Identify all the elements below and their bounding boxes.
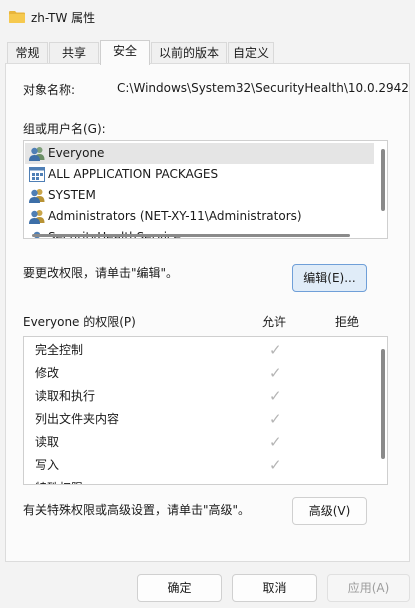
users-icon bbox=[29, 189, 45, 203]
allow-check-icon: ✓ bbox=[269, 341, 282, 359]
tab-strip: 常规 共享 安全 以前的版本 自定义 bbox=[0, 40, 415, 65]
tab-security[interactable]: 安全 bbox=[100, 40, 150, 65]
folder-icon bbox=[9, 11, 25, 23]
allow-check-icon: ✓ bbox=[269, 387, 282, 405]
list-item-label: ALL APPLICATION PACKAGES bbox=[48, 167, 219, 181]
tab-customize[interactable]: 自定义 bbox=[228, 42, 274, 64]
table-row: 写入 ✓ bbox=[25, 454, 365, 477]
permissions-vertical-scrollbar[interactable] bbox=[381, 349, 385, 459]
advanced-hint: 有关特殊权限或高级设置，请单击"高级"。 bbox=[23, 503, 251, 517]
users-icon bbox=[29, 147, 45, 161]
users-icon bbox=[29, 210, 45, 224]
list-item-label: Administrators (NET-XY-11\Administrators… bbox=[48, 209, 302, 223]
groups-vertical-scrollbar[interactable] bbox=[381, 149, 385, 211]
deny-column-header: 拒绝 bbox=[335, 315, 360, 329]
permission-name: 读取和执行 bbox=[35, 389, 96, 403]
tab-general[interactable]: 常规 bbox=[7, 42, 48, 64]
table-row: 读取 ✓ bbox=[25, 431, 365, 454]
object-name-label: 对象名称: bbox=[23, 83, 76, 97]
allow-column-header: 允许 bbox=[262, 315, 287, 329]
list-item[interactable]: Everyone bbox=[25, 143, 374, 164]
list-item[interactable]: SecurityHealthService bbox=[25, 227, 374, 238]
list-item-label: SecurityHealthService bbox=[48, 227, 181, 238]
groups-listbox[interactable]: Everyone ALL APPLICATION PACKAGES SYSTEM bbox=[23, 140, 388, 239]
permission-name: 读取 bbox=[35, 435, 60, 449]
permission-name: 列出文件夹内容 bbox=[35, 412, 120, 426]
permission-name: 特殊权限 bbox=[35, 477, 83, 484]
tab-sharing[interactable]: 共享 bbox=[49, 42, 99, 64]
permissions-label: Everyone 的权限(P) bbox=[23, 315, 136, 329]
allow-check-icon: ✓ bbox=[269, 433, 282, 451]
permission-name: 修改 bbox=[35, 366, 60, 380]
list-item-label: SYSTEM bbox=[48, 188, 96, 202]
table-row: 读取和执行 ✓ bbox=[25, 385, 365, 408]
list-item[interactable]: ALL APPLICATION PACKAGES bbox=[25, 164, 374, 185]
cancel-button[interactable]: 取消 bbox=[232, 574, 317, 602]
list-item[interactable]: Administrators (NET-XY-11\Administrators… bbox=[25, 206, 374, 227]
dialog-footer: 确定 取消 应用(A) bbox=[0, 562, 415, 608]
permission-name: 写入 bbox=[35, 458, 60, 472]
title-bar: zh-TW 属性 bbox=[0, 0, 415, 34]
table-row: 完全控制 ✓ bbox=[25, 339, 365, 362]
edit-hint: 要更改权限，请单击"编辑"。 bbox=[23, 266, 179, 280]
allow-check-icon: ✓ bbox=[269, 456, 282, 474]
edit-button[interactable]: 编辑(E)... bbox=[292, 264, 367, 292]
tab-previous-versions[interactable]: 以前的版本 bbox=[151, 42, 227, 64]
table-row: 修改 ✓ bbox=[25, 362, 365, 385]
permission-name: 完全控制 bbox=[35, 343, 84, 357]
apply-button[interactable]: 应用(A) bbox=[327, 574, 410, 602]
list-item[interactable]: SYSTEM bbox=[25, 185, 374, 206]
permissions-listbox[interactable]: 完全控制 ✓ 修改 ✓ 读取和执行 ✓ 列出文件夹内容 ✓ 读取 ✓ 写入 ✓ … bbox=[23, 336, 388, 485]
app-packages-icon bbox=[29, 167, 45, 182]
ok-button[interactable]: 确定 bbox=[137, 574, 222, 602]
object-name-value: C:\Windows\System32\SecurityHealth\10.0.… bbox=[117, 81, 409, 95]
groups-horizontal-scrollbar[interactable] bbox=[32, 234, 350, 237]
advanced-button[interactable]: 高级(V) bbox=[292, 497, 367, 525]
table-row: 特殊权限 bbox=[25, 477, 365, 484]
allow-check-icon: ✓ bbox=[269, 410, 282, 428]
security-panel: 对象名称: C:\Windows\System32\SecurityHealth… bbox=[5, 63, 410, 562]
groups-label: 组或用户名(G): bbox=[23, 122, 106, 136]
list-item-label: Everyone bbox=[48, 146, 105, 160]
allow-check-icon: ✓ bbox=[269, 364, 282, 382]
window-title: zh-TW 属性 bbox=[31, 11, 96, 25]
table-row: 列出文件夹内容 ✓ bbox=[25, 408, 365, 431]
